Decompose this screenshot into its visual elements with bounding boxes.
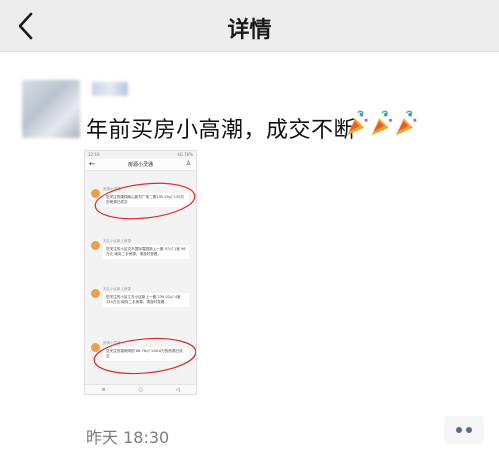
party-popper-icon (396, 110, 417, 136)
attached-screenshot[interactable]: 12:16 4G 76% ← 房源小灵通 ♙ 房源小灵通 您关注的康翔商山新村广… (84, 150, 197, 395)
party-popper-icon (347, 110, 368, 136)
red-circle-annotations (93, 182, 196, 375)
page-title: 详情 (227, 18, 272, 43)
post-timestamp: 昨天 18:30 (86, 428, 170, 447)
emoji-row (347, 110, 417, 136)
nav-header: 详情 (0, 0, 499, 52)
screenshot-bottom-bar: ≡ ○ ◁ (85, 384, 196, 394)
menu-icon: ≡ (101, 386, 106, 393)
back-icon: ◁ (175, 386, 180, 393)
nickname-blurred[interactable] (92, 82, 128, 96)
post-text: 年前买房小高潮，成交不断 (86, 118, 357, 143)
more-dots-icon[interactable] (444, 416, 484, 444)
dot (466, 427, 472, 433)
avatar[interactable] (22, 80, 80, 138)
home-icon: ○ (138, 386, 143, 393)
dot (456, 427, 462, 433)
party-popper-icon (371, 110, 392, 136)
